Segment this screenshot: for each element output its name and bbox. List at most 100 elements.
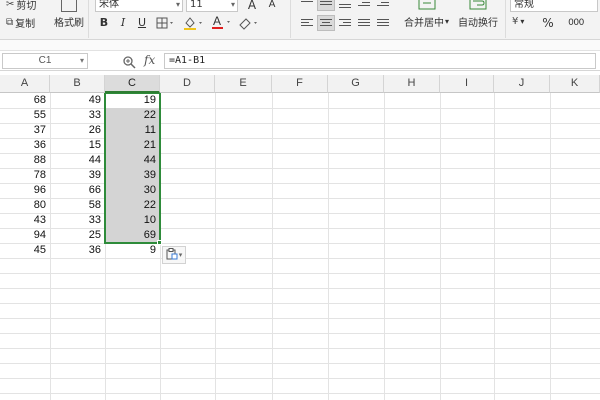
grow-font-button[interactable]: A — [244, 0, 260, 13]
chevron-down-icon: ▾ — [178, 251, 183, 259]
align-center-button[interactable] — [317, 15, 335, 31]
merge-center-text: 合并居中 ▾ — [404, 14, 449, 29]
align-top-button[interactable] — [298, 0, 316, 11]
font-name-value: 宋体 — [99, 0, 119, 10]
divider — [505, 0, 506, 38]
cut-button[interactable]: ✂ 剪切 — [6, 0, 36, 12]
cell-a7[interactable]: 96 — [0, 183, 50, 198]
underline-button[interactable]: U — [134, 15, 150, 31]
column-header-h[interactable]: H — [384, 75, 440, 93]
copy-icon: ⧉ — [6, 17, 14, 28]
name-box[interactable]: C1 ▾ — [2, 53, 88, 69]
svg-text:A: A — [213, 14, 221, 28]
indent-increase-button[interactable] — [355, 0, 373, 11]
gridline-row — [0, 378, 600, 379]
cell-a5[interactable]: 88 — [0, 153, 50, 168]
column-header-i[interactable]: I — [440, 75, 494, 93]
eraser-icon[interactable] — [238, 16, 260, 33]
column-header-a[interactable]: A — [0, 75, 50, 93]
column-header-k[interactable]: K — [550, 75, 600, 93]
column-header-g[interactable]: G — [328, 75, 384, 93]
insert-function-button[interactable]: fx — [144, 53, 155, 67]
cell-c11[interactable]: 9 — [105, 243, 160, 258]
gridline-row — [0, 393, 600, 394]
align-right-button[interactable] — [336, 15, 354, 31]
chevron-down-icon: ▾ — [79, 56, 84, 65]
gridline-row — [0, 318, 600, 319]
justify-button[interactable] — [355, 15, 373, 31]
distributed-button[interactable] — [374, 15, 392, 31]
gridline-row — [0, 303, 600, 304]
fill-color-icon[interactable] — [183, 16, 205, 33]
cell-b11[interactable]: 36 — [50, 243, 105, 258]
column-header-f[interactable]: F — [272, 75, 328, 93]
align-right-icon — [339, 18, 351, 28]
gridline-column — [272, 93, 273, 400]
format-painter-button[interactable]: 格式刷 — [54, 0, 84, 29]
column-header-j[interactable]: J — [494, 75, 550, 93]
currency-button[interactable]: ¥ ▾ — [512, 16, 524, 27]
paste-options-button[interactable]: ▾ — [162, 246, 186, 264]
font-size-select[interactable]: 11 ▾ — [186, 0, 238, 12]
align-bottom-icon — [339, 0, 351, 8]
gridline-column — [550, 93, 551, 400]
column-header-e[interactable]: E — [215, 75, 272, 93]
cell-a2[interactable]: 55 — [0, 108, 50, 123]
align-bottom-button[interactable] — [336, 0, 354, 11]
align-center-icon — [320, 18, 332, 28]
cell-a4[interactable]: 36 — [0, 138, 50, 153]
cell-b3[interactable]: 26 — [50, 123, 105, 138]
borders-icon[interactable] — [156, 17, 176, 32]
cell-a6[interactable]: 78 — [0, 168, 50, 183]
font-color-icon[interactable]: A — [211, 14, 233, 33]
justify-icon — [358, 18, 370, 28]
column-header-c[interactable]: C — [105, 75, 160, 93]
cell-a10[interactable]: 94 — [0, 228, 50, 243]
column-header-d[interactable]: D — [160, 75, 215, 93]
wrap-text-button[interactable]: 自动换行 — [458, 0, 498, 29]
zoom-magnifier-icon[interactable] — [122, 55, 136, 69]
font-name-select[interactable]: 宋体 ▾ — [95, 0, 183, 12]
cell-b10[interactable]: 25 — [50, 228, 105, 243]
cell-a3[interactable]: 37 — [0, 123, 50, 138]
align-left-button[interactable] — [298, 15, 316, 31]
merge-center-button[interactable]: 合并居中 ▾ — [404, 0, 449, 29]
cell-b6[interactable]: 39 — [50, 168, 105, 183]
italic-button[interactable]: I — [115, 15, 131, 31]
gridline-column — [215, 93, 216, 400]
indent-increase-icon — [358, 0, 370, 8]
number-format-select[interactable]: 常规 — [510, 0, 598, 12]
percent-button[interactable]: % — [540, 15, 556, 31]
thousands-separator-button[interactable]: 000 — [562, 15, 590, 31]
gridline-column — [440, 93, 441, 400]
cell-b4[interactable]: 15 — [50, 138, 105, 153]
fill-handle[interactable] — [157, 240, 162, 245]
copy-button[interactable]: ⧉ 复制 — [6, 15, 35, 30]
gridline-row — [0, 363, 600, 364]
cell-b9[interactable]: 33 — [50, 213, 105, 228]
cell-b2[interactable]: 33 — [50, 108, 105, 123]
cell-a11[interactable]: 45 — [0, 243, 50, 258]
cell-a9[interactable]: 43 — [0, 213, 50, 228]
indent-decrease-button[interactable] — [374, 0, 392, 11]
spreadsheet-grid[interactable]: 68 49 19 55 33 22 37 26 11 36 15 21 88 44 44 78 39 39 96 66… — [0, 93, 600, 400]
align-top-icon — [301, 0, 313, 8]
format-painter-icon — [61, 0, 77, 12]
formula-input[interactable]: =A1-B1 — [164, 53, 596, 69]
cell-b7[interactable]: 66 — [50, 183, 105, 198]
number-format-value: 常规 — [514, 0, 534, 10]
name-box-value: C1 — [38, 55, 52, 66]
merge-center-label: 合并居中 — [404, 18, 444, 29]
column-header-b[interactable]: B — [50, 75, 105, 93]
gridline-column — [494, 93, 495, 400]
cell-b5[interactable]: 44 — [50, 153, 105, 168]
merge-cells-icon — [418, 0, 436, 13]
cell-b8[interactable]: 58 — [50, 198, 105, 213]
cell-a1[interactable]: 68 — [0, 93, 50, 108]
align-middle-button[interactable] — [317, 0, 335, 11]
shrink-font-button[interactable]: A — [264, 0, 280, 13]
cell-a8[interactable]: 80 — [0, 198, 50, 213]
bold-button[interactable]: B — [96, 15, 112, 31]
font-size-value: 11 — [190, 0, 203, 10]
cell-b1[interactable]: 49 — [50, 93, 105, 108]
